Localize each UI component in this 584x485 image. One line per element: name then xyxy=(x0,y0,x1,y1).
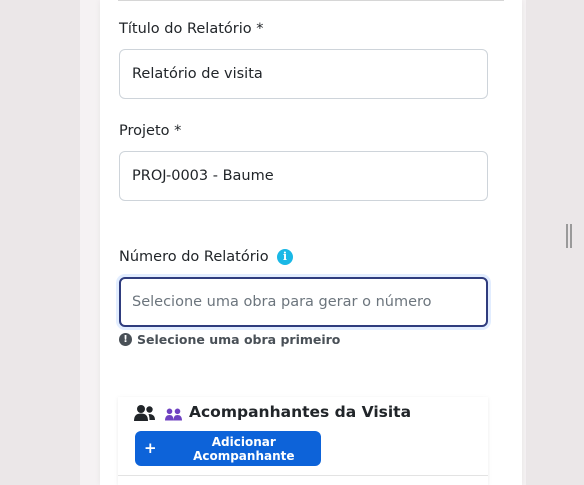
info-icon[interactable]: i xyxy=(277,249,293,265)
report-title-input[interactable] xyxy=(119,49,488,99)
project-label: Projeto * xyxy=(119,123,182,139)
companions-title: Acompanhantes da Visita xyxy=(189,403,412,421)
report-title-label: Título do Relatório * xyxy=(119,21,264,37)
plus-icon: + xyxy=(144,439,157,457)
report-number-input[interactable] xyxy=(119,277,488,327)
add-companion-button[interactable]: + Adicionar Acompanhante xyxy=(135,431,321,466)
top-divider xyxy=(118,0,504,1)
project-input[interactable] xyxy=(119,151,488,201)
user-group-icon xyxy=(165,408,182,421)
exclamation-circle-icon: ! xyxy=(119,333,132,346)
report-number-label: Número do Relatório xyxy=(119,249,269,265)
resize-handle[interactable] xyxy=(566,224,572,248)
card-divider xyxy=(118,475,488,476)
hint-text: Selecione uma obra primeiro xyxy=(137,332,341,347)
users-icon xyxy=(134,405,155,421)
report-number-hint: ! Selecione uma obra primeiro xyxy=(119,332,340,347)
add-companion-label: Adicionar Acompanhante xyxy=(193,434,295,463)
